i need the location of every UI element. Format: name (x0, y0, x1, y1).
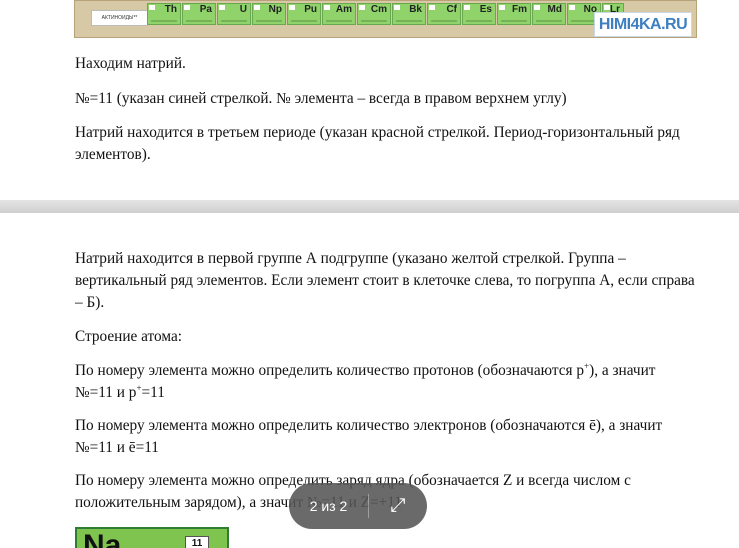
cell-caption-line (361, 20, 387, 22)
element-cell: Pa (182, 3, 216, 25)
cell-symbol: Es (479, 4, 492, 15)
cell-symbol: Th (164, 4, 177, 15)
element-cell: Th (147, 3, 181, 25)
paragraph-element-number: №=11 (указан синей стрелкой. № элемента … (75, 90, 567, 107)
paragraph-protons: По номеру элемента можно определить коли… (75, 360, 656, 401)
site-watermark: HIMI4KA.RU (594, 12, 692, 37)
page-separator (0, 200, 739, 213)
cell-caption-line (396, 20, 422, 22)
cell-caption-line (291, 20, 317, 22)
cell-symbol: Pu (304, 4, 317, 15)
cell-symbol: Np (268, 4, 282, 15)
cell-caption-line (466, 20, 492, 22)
cell-number-box (429, 5, 435, 10)
paragraph-electrons: По номеру элемента можно определить коли… (75, 417, 663, 456)
element-cell: Md (532, 3, 566, 25)
page-counter-overlay: 2 из 2 ⤢ (289, 483, 427, 529)
sodium-element-tile: Na 11 (75, 527, 229, 548)
cell-symbol: Cm (370, 4, 387, 15)
cell-number-box (254, 5, 260, 10)
cell-symbol: Fm (512, 4, 527, 15)
cell-number-box (499, 5, 505, 10)
element-cell: Cf (427, 3, 461, 25)
element-cell: U (217, 3, 251, 25)
cell-number-box (324, 5, 330, 10)
cell-symbol: U (239, 4, 247, 15)
element-cell: Bk (392, 3, 426, 25)
element-number: 11 (185, 536, 209, 548)
expand-arrows-icon[interactable]: ⤢ (369, 483, 427, 529)
paragraph-atom-structure: Строение атома: (75, 328, 182, 345)
paragraph-find-sodium: Находим натрий. (75, 55, 186, 72)
element-cell: Fm (497, 3, 531, 25)
cell-number-box (289, 5, 295, 10)
cell-number-box (534, 5, 540, 10)
cell-caption-line (256, 20, 282, 22)
element-cell: Es (462, 3, 496, 25)
element-cell: Am (322, 3, 356, 25)
cell-caption-line (536, 20, 562, 22)
cell-symbol: Pa (199, 4, 212, 15)
cell-symbol: Cf (446, 4, 457, 15)
element-cell: Pu (287, 3, 321, 25)
cell-number-box (149, 5, 155, 10)
cell-caption-line (501, 20, 527, 22)
cell-caption-line (431, 20, 457, 22)
cell-caption-line (326, 20, 352, 22)
cell-number-box (184, 5, 190, 10)
cell-number-box (464, 5, 470, 10)
element-cell: Np (252, 3, 286, 25)
element-symbol: Na (83, 529, 122, 548)
page-count: 2 из 2 (309, 498, 348, 514)
actinide-cells: Th Pa U Np Pu Am Cm Bk Cf Es Fm Md No Lr (147, 3, 632, 25)
cell-caption-line (186, 20, 212, 22)
cell-symbol: Md (547, 4, 562, 15)
cell-symbol: Bk (409, 4, 422, 15)
cell-symbol: Am (335, 4, 352, 15)
document-page-1: АКТИНОИДЫ** Th Pa U Np Pu Am Cm Bk Cf Es Fm Md No Lr … (0, 0, 739, 200)
cell-caption-line (221, 20, 247, 22)
cell-number-box (569, 5, 575, 10)
element-cell: Cm (357, 3, 391, 25)
paragraph-group: Натрий находится в первой группе А подгр… (75, 250, 695, 311)
cell-number-box (394, 5, 400, 10)
cell-number-box (219, 5, 225, 10)
cell-caption-line (151, 20, 177, 22)
actinides-label: АКТИНОИДЫ** (91, 10, 148, 26)
cell-number-box (359, 5, 365, 10)
paragraph-period: Натрий находится в третьем периоде (указ… (75, 124, 680, 163)
